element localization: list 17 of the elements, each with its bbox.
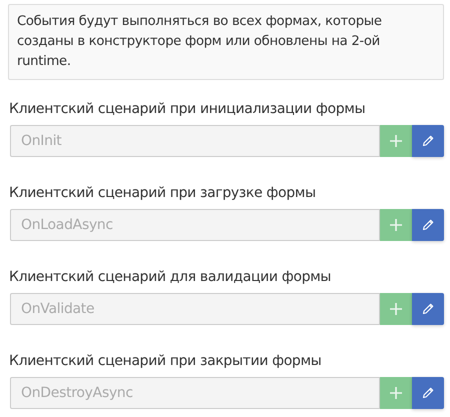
pencil-icon [422,387,434,399]
plus-icon [390,219,402,231]
plus-icon [390,387,402,399]
plus-icon [390,135,402,147]
edit-button[interactable] [412,377,444,409]
info-notice: События будут выполняться во всех формах, которые созданы в конструкторе форм или обновлены на 2-ой runtime. [8,4,444,80]
field-label: Клиентский сценарий для валидации формы [9,269,332,285]
field-label: Клиентский сценарий при загрузке формы [9,185,317,201]
pencil-icon [422,135,434,147]
edit-button[interactable] [412,293,444,325]
pencil-icon [422,219,434,231]
field-label: Клиентский сценарий при инициализации формы [9,101,366,117]
edit-button[interactable] [412,209,444,241]
field-label: Клиентский сценарий при закрытии формы [9,353,322,369]
edit-button[interactable] [412,125,444,157]
pencil-icon [422,303,434,315]
plus-icon [390,303,402,315]
